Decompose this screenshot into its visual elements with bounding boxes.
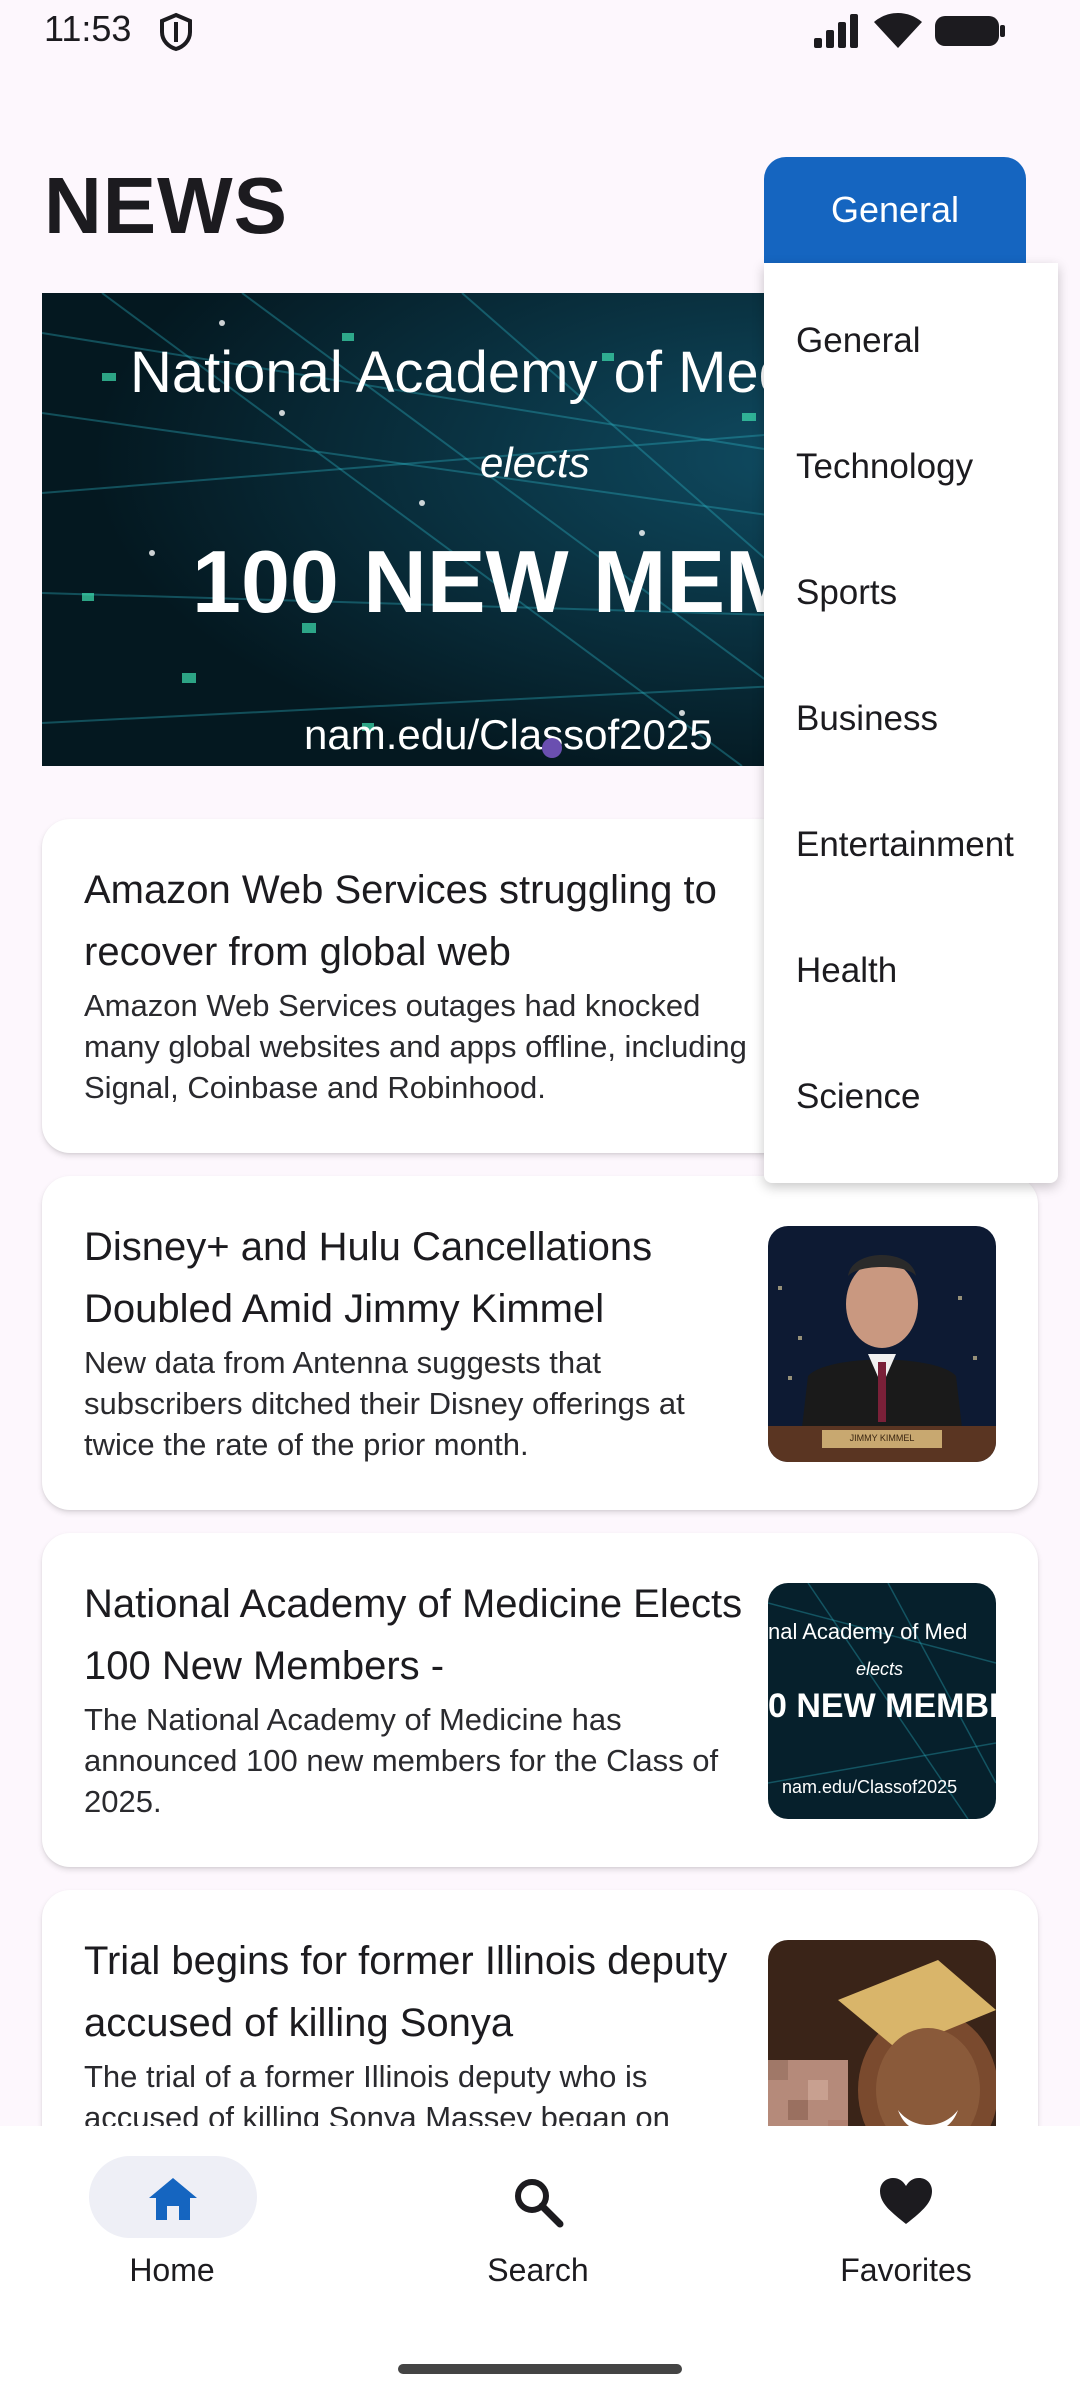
signal-icon xyxy=(814,14,858,48)
thumbnail-line4: nam.edu/Classof2025 xyxy=(782,1777,958,1797)
search-icon xyxy=(515,2179,564,2228)
article-title: Trial begins for former Illinois deputy … xyxy=(84,1939,728,2045)
thumbnail-line3: 0 NEW MEMBEI xyxy=(768,1687,996,1725)
heart-icon xyxy=(880,2178,932,2224)
wifi-icon xyxy=(874,13,922,48)
thumbnail-line2: elects xyxy=(856,1659,904,1679)
menu-item-general[interactable]: General xyxy=(796,321,921,361)
home-icon xyxy=(149,2178,197,2220)
shield-icon xyxy=(160,12,192,52)
nav-label-favorites: Favorites xyxy=(840,2252,972,2288)
menu-item-entertainment[interactable]: Entertainment xyxy=(796,825,1014,865)
thumbnail-image xyxy=(768,1226,996,1462)
nav-label-search: Search xyxy=(487,2252,589,2288)
hero-line2: elects xyxy=(480,439,590,486)
gesture-home-bar[interactable] xyxy=(398,2364,682,2374)
thumbnail-caption: JIMMY KIMMEL xyxy=(849,1433,915,1443)
category-dropdown-menu: General Technology Sports Business Enter… xyxy=(764,263,1058,1183)
menu-item-health[interactable]: Health xyxy=(796,951,897,991)
article-title: Amazon Web Services struggling to recove… xyxy=(84,868,717,974)
article-description: New data from Antenna suggests that subs… xyxy=(84,1345,685,1462)
status-time: 11:53 xyxy=(44,8,132,49)
thumbnail-line1: nal Academy of Med xyxy=(768,1619,968,1644)
battery-icon xyxy=(935,16,1005,46)
category-dropdown-button[interactable]: General xyxy=(764,157,1026,263)
nav-label-home: Home xyxy=(129,2252,215,2288)
bottom-navigation: Home Search Favorites xyxy=(0,2126,1080,2400)
article-card[interactable]: Disney+ and Hulu Cancellations Doubled A… xyxy=(42,1176,1038,1510)
menu-item-business[interactable]: Business xyxy=(796,699,938,739)
article-thumbnail: nal Academy of Med elects 0 NEW MEMBEI n… xyxy=(768,1583,996,1819)
menu-item-technology[interactable]: Technology xyxy=(796,447,973,487)
article-card[interactable]: National Academy of Medicine Elects 100 … xyxy=(42,1533,1038,1867)
menu-item-sports[interactable]: Sports xyxy=(796,573,897,613)
article-description: The National Academy of Medicine has ann… xyxy=(84,1702,719,1819)
page-title: NEWS xyxy=(44,161,288,250)
menu-item-science[interactable]: Science xyxy=(796,1077,921,1117)
article-thumbnail: JIMMY KIMMEL xyxy=(768,1226,996,1462)
carousel-indicator[interactable] xyxy=(542,738,562,758)
hero-line4: nam.edu/Classof2025 xyxy=(304,711,713,758)
article-title: National Academy of Medicine Elects 100 … xyxy=(84,1582,743,1688)
article-title: Disney+ and Hulu Cancellations Doubled A… xyxy=(84,1225,653,1331)
article-description: Amazon Web Services outages had knocked … xyxy=(84,988,747,1105)
